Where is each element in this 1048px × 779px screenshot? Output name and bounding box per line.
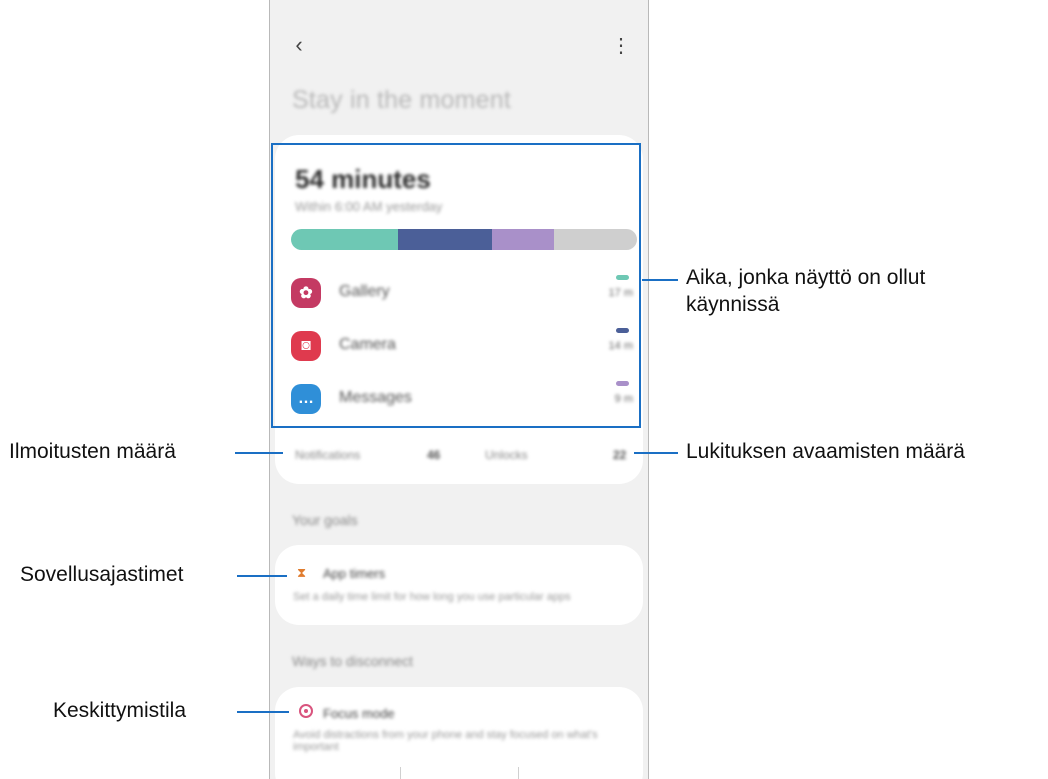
app-row-gallery[interactable]: ✿ Gallery 17 m (291, 275, 637, 311)
focus-target-icon (299, 704, 313, 718)
callout-line-unlocks (634, 452, 678, 454)
callout-notifications: Ilmoitusten määrä (9, 440, 176, 463)
chevron-left-icon: ‹ (295, 32, 303, 57)
callout-line-screen-time (642, 279, 678, 281)
callout-focus-mode: Keskittymistila (53, 699, 187, 722)
callout-app-timers: Sovellusajastimet (20, 563, 184, 586)
app-timers-card[interactable]: ⧗ App timers Set a daily time limit for … (275, 545, 643, 625)
legend-mark (616, 275, 629, 280)
app-time: 9 m (614, 393, 633, 405)
section-header-disconnect: Ways to disconnect (292, 653, 413, 669)
focus-mode-title: Focus mode (323, 706, 395, 721)
more-vertical-icon: ⋮ (611, 34, 631, 57)
usage-card[interactable]: 54 minutes Within 6:00 AM yesterday ✿ Ga… (275, 135, 643, 484)
app-timers-description: Set a daily time limit for how long you … (293, 591, 571, 603)
screen-time-value: 54 minutes (295, 164, 431, 194)
notifications-count: 46 (427, 448, 441, 462)
callout-line-focus-mode (237, 711, 289, 713)
usage-bar (291, 229, 637, 250)
callout-screen-time: Aika, jonka näyttö on ollut käynnissä (686, 266, 926, 316)
page-title: Stay in the moment (292, 86, 511, 114)
focus-mode-description: Avoid distractions from your phone and s… (293, 729, 598, 753)
unlocks-count: 22 (613, 448, 627, 462)
gallery-icon: ✿ (291, 278, 321, 308)
usage-bar-segment (553, 229, 637, 250)
usage-bar-segment (491, 229, 554, 250)
phone-screen: ‹ ⋮ Stay in the moment 54 minutes Within… (269, 0, 649, 779)
app-timers-title: App timers (323, 566, 386, 581)
screen-time-subtitle: Within 6:00 AM yesterday (295, 199, 443, 214)
divider (400, 767, 401, 779)
more-options-button[interactable]: ⋮ (606, 30, 636, 60)
usage-stats: Notifications 46 Unlocks 22 (291, 448, 637, 470)
callout-unlocks: Lukituksen avaamisten määrä (686, 440, 965, 463)
app-time: 14 m (608, 340, 633, 352)
divider (518, 767, 519, 779)
messages-icon: … (291, 384, 321, 414)
legend-mark (616, 381, 629, 386)
section-header-goals: Your goals (292, 512, 358, 528)
app-time: 17 m (608, 287, 633, 299)
usage-bar-segment (398, 229, 492, 250)
app-name: Camera (339, 336, 396, 353)
focus-mode-card[interactable]: Focus mode Avoid distractions from your … (275, 687, 643, 779)
app-name: Gallery (339, 283, 390, 300)
app-row-camera[interactable]: ◙ Camera 14 m (291, 328, 637, 364)
legend-mark (616, 328, 629, 333)
top-app-bar: ‹ ⋮ (270, 26, 648, 66)
usage-bar-segment (291, 229, 399, 250)
app-row-messages[interactable]: … Messages 9 m (291, 381, 637, 417)
hourglass-icon: ⧗ (297, 565, 307, 580)
app-name: Messages (339, 389, 412, 406)
back-button[interactable]: ‹ (284, 30, 314, 60)
callout-line-notifications (235, 452, 283, 454)
notifications-label: Notifications (295, 448, 361, 462)
camera-icon: ◙ (291, 331, 321, 361)
callout-line-app-timers (237, 575, 287, 577)
unlocks-label: Unlocks (485, 448, 528, 462)
